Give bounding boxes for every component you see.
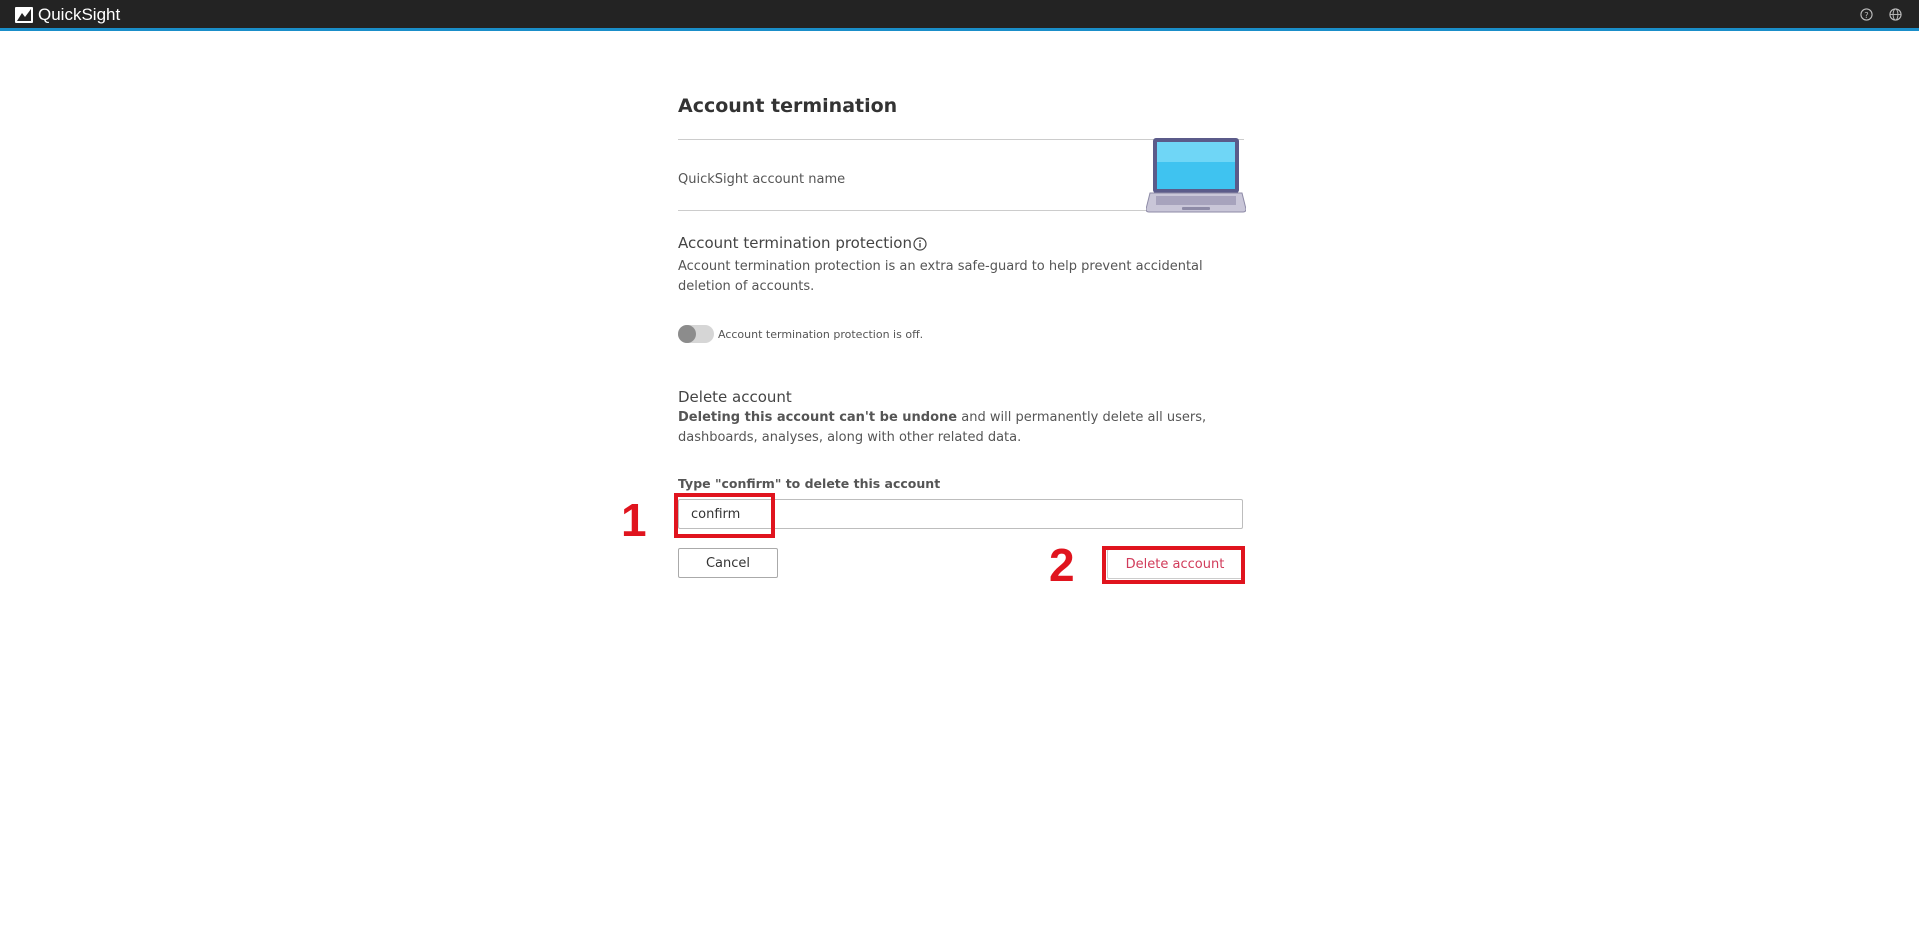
delete-account-heading: Delete account [678, 388, 792, 406]
info-icon[interactable] [913, 237, 927, 251]
brand-name[interactable]: QuickSight [38, 5, 120, 25]
svg-text:?: ? [1864, 10, 1868, 20]
help-icon[interactable]: ? [1860, 8, 1873, 21]
page-title: Account termination [678, 95, 898, 117]
protection-heading: Account termination protection [678, 234, 912, 252]
protection-toggle[interactable] [678, 325, 714, 343]
top-navigation-bar: QuickSight ? [0, 0, 1919, 31]
cancel-button[interactable]: Cancel [678, 548, 778, 578]
confirm-input[interactable] [678, 499, 1243, 529]
delete-warning-bold: Deleting this account can't be undone [678, 410, 958, 425]
divider [678, 210, 1148, 211]
protection-description: Account termination protection is an ext… [678, 259, 1203, 294]
globe-icon[interactable] [1889, 8, 1902, 21]
confirm-field-label: Type "confirm" to delete this account [678, 476, 941, 491]
toggle-knob [678, 325, 696, 343]
protection-toggle-label: Account termination protection is off. [718, 328, 924, 341]
account-name-label: QuickSight account name [678, 172, 846, 187]
annotation-step-1: 1 [621, 494, 647, 546]
annotation-step-2: 2 [1049, 539, 1075, 591]
delete-account-description: Deleting this account can't be undone an… [678, 408, 1218, 448]
delete-account-button[interactable]: Delete account [1107, 549, 1243, 579]
quicksight-logo-icon[interactable] [15, 7, 33, 23]
laptop-illustration-icon [1146, 138, 1246, 213]
